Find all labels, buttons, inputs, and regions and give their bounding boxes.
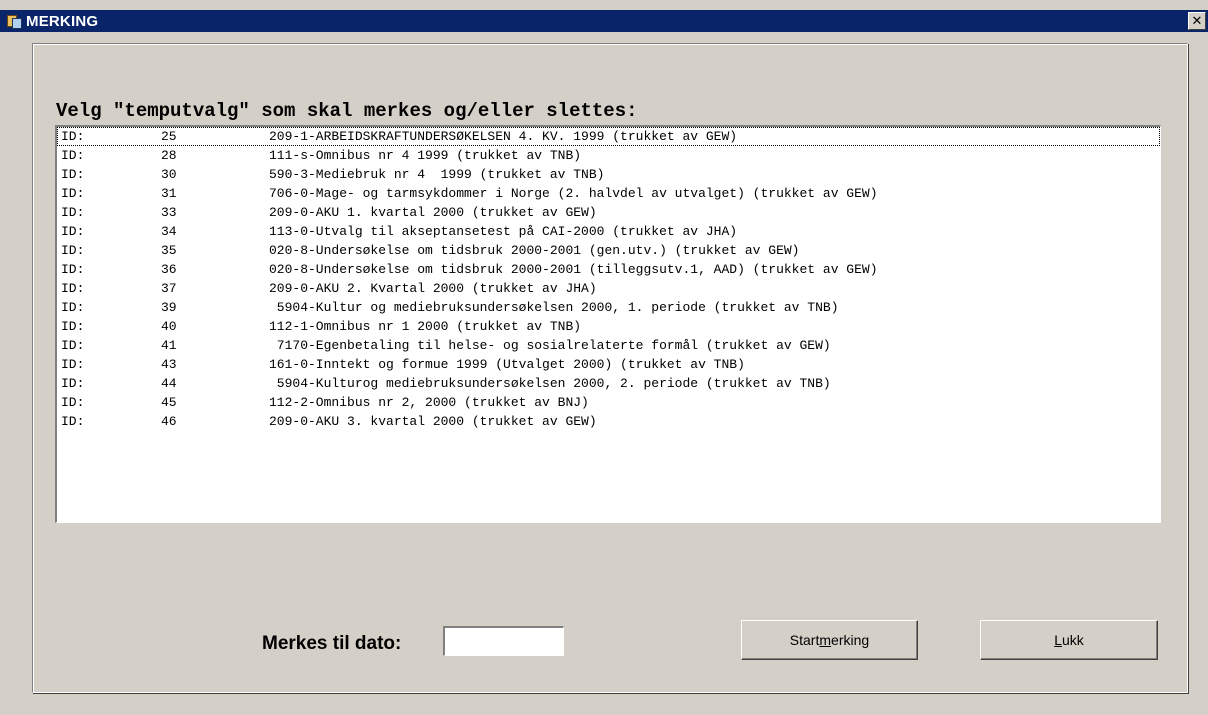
list-item[interactable]: ID: 45 112-2-Omnibus nr 2, 2000 (trukket a… (57, 393, 1160, 412)
list-item-id-label: ID: (61, 414, 85, 429)
list-item[interactable]: ID: 41 7170-Egenbetaling til helse- og so… (57, 336, 1160, 355)
list-item-id-label: ID: (61, 224, 85, 239)
list-item-id-label: ID: (61, 129, 85, 144)
lukk-mnemonic: L (1054, 632, 1062, 648)
date-input[interactable] (443, 626, 564, 656)
list-item-description: 161-0-Inntekt og formue 1999 (Utvalget 2… (269, 357, 745, 372)
list-item-id: 40 (161, 319, 177, 334)
list-item-id: 43 (161, 357, 177, 372)
list-item-id: 36 (161, 262, 177, 277)
list-item-id: 31 (161, 186, 177, 201)
list-item-id-label: ID: (61, 300, 85, 315)
list-item-description: 5904-Kulturog mediebruksundersøkelsen 20… (269, 376, 831, 391)
start-merking-label-post: erking (831, 632, 870, 648)
list-item[interactable]: ID: 36 020-8-Undersøkelse om tidsbruk 2000… (57, 260, 1160, 279)
list-item[interactable]: ID: 35 020-8-Undersøkelse om tidsbruk 2000… (57, 241, 1160, 260)
list-item-description: 209-0-AKU 2. Kvartal 2000 (trukket av JH… (269, 281, 597, 296)
list-item-id-label: ID: (61, 243, 85, 258)
list-item-id-label: ID: (61, 186, 85, 201)
list-item-id: 25 (161, 129, 177, 144)
close-icon[interactable]: ✕ (1188, 12, 1206, 30)
list-item-id-label: ID: (61, 376, 85, 391)
list-item-id: 34 (161, 224, 177, 239)
list-item-id: 45 (161, 395, 177, 410)
list-item-id-label: ID: (61, 338, 85, 353)
list-item-description: 113-0-Utvalg til akseptansetest på CAI-2… (269, 224, 738, 239)
list-item-id: 30 (161, 167, 177, 182)
start-merking-mnemonic: m (819, 632, 832, 648)
list-item-description: 020-8-Undersøkelse om tidsbruk 2000-2001… (269, 243, 800, 258)
list-item[interactable]: ID: 39 5904-Kultur og mediebruksundersøke… (57, 298, 1160, 317)
list-item[interactable]: ID: 46 209-0-AKU 3. kvartal 2000 (trukket … (57, 412, 1160, 431)
list-item-description: 112-2-Omnibus nr 2, 2000 (trukket av BNJ… (269, 395, 589, 410)
list-item-id-label: ID: (61, 319, 85, 334)
start-merking-button[interactable]: Start m erking (741, 620, 918, 660)
list-item-description: 590-3-Mediebruk nr 4 1999 (trukket av TN… (269, 167, 605, 182)
app-icon (6, 13, 22, 29)
list-item-description: 209-0-AKU 3. kvartal 2000 (trukket av GE… (269, 414, 597, 429)
list-item-id-label: ID: (61, 167, 85, 182)
list-item[interactable]: ID: 31 706-0-Mage- og tarmsykdommer i Norg… (57, 184, 1160, 203)
list-item-id-label: ID: (61, 395, 85, 410)
lukk-button[interactable]: Lukk (980, 620, 1158, 660)
list-item-description: 112-1-Omnibus nr 1 2000 (trukket av TNB) (269, 319, 582, 334)
list-item-description: 209-0-AKU 1. kvartal 2000 (trukket av GE… (269, 205, 597, 220)
list-item-id-label: ID: (61, 148, 85, 163)
list-item[interactable]: ID: 37 209-0-AKU 2. Kvartal 2000 (trukket … (57, 279, 1160, 298)
list-item-description: 706-0-Mage- og tarmsykdommer i Norge (2.… (269, 186, 878, 201)
list-item[interactable]: ID: 25 209-1-ARBEIDSKRAFTUNDERSØKELSEN 4. … (57, 127, 1160, 146)
list-item-description: 111-s-Omnibus nr 4 1999 (trukket av TNB) (269, 148, 582, 163)
list-item-id-label: ID: (61, 281, 85, 296)
list-item-id-label: ID: (61, 262, 85, 277)
list-item-id: 41 (161, 338, 177, 353)
list-item[interactable]: ID: 40 112-1-Omnibus nr 1 2000 (trukket av… (57, 317, 1160, 336)
title-bar: MERKING ✕ (0, 10, 1208, 32)
list-heading: Velg "temputvalg" som skal merkes og/ell… (56, 100, 638, 122)
list-item-id: 35 (161, 243, 177, 258)
start-merking-label-pre: Start (789, 632, 820, 648)
list-item[interactable]: ID: 28 111-s-Omnibus nr 4 1999 (trukket av… (57, 146, 1160, 165)
temputvalg-listbox[interactable]: ID: 25 209-1-ARBEIDSKRAFTUNDERSØKELSEN 4. … (55, 125, 1161, 523)
list-item-id-label: ID: (61, 357, 85, 372)
list-item[interactable]: ID: 30 590-3-Mediebruk nr 4 1999 (trukket … (57, 165, 1160, 184)
list-item-description: 020-8-Undersøkelse om tidsbruk 2000-2001… (269, 262, 878, 277)
date-label: Merkes til dato: (262, 633, 402, 654)
list-item-id: 28 (161, 148, 177, 163)
list-item[interactable]: ID: 34 113-0-Utvalg til akseptansetest på … (57, 222, 1160, 241)
list-item[interactable]: ID: 33 209-0-AKU 1. kvartal 2000 (trukket … (57, 203, 1160, 222)
list-item-description: 209-1-ARBEIDSKRAFTUNDERSØKELSEN 4. KV. 1… (269, 129, 738, 144)
list-item-id: 33 (161, 205, 177, 220)
list-item-id-label: ID: (61, 205, 85, 220)
list-item[interactable]: ID: 43 161-0-Inntekt og formue 1999 (Utval… (57, 355, 1160, 374)
list-item-id: 46 (161, 414, 177, 429)
list-item[interactable]: ID: 44 5904-Kulturog mediebruksundersøkel… (57, 374, 1160, 393)
list-item-description: 5904-Kultur og mediebruksundersøkelsen 2… (269, 300, 839, 315)
list-item-id: 37 (161, 281, 177, 296)
list-item-id: 39 (161, 300, 177, 315)
lukk-label-post: ukk (1062, 632, 1084, 648)
list-item-id: 44 (161, 376, 177, 391)
list-item-description: 7170-Egenbetaling til helse- og sosialre… (269, 338, 831, 353)
window-title: MERKING (26, 12, 99, 30)
